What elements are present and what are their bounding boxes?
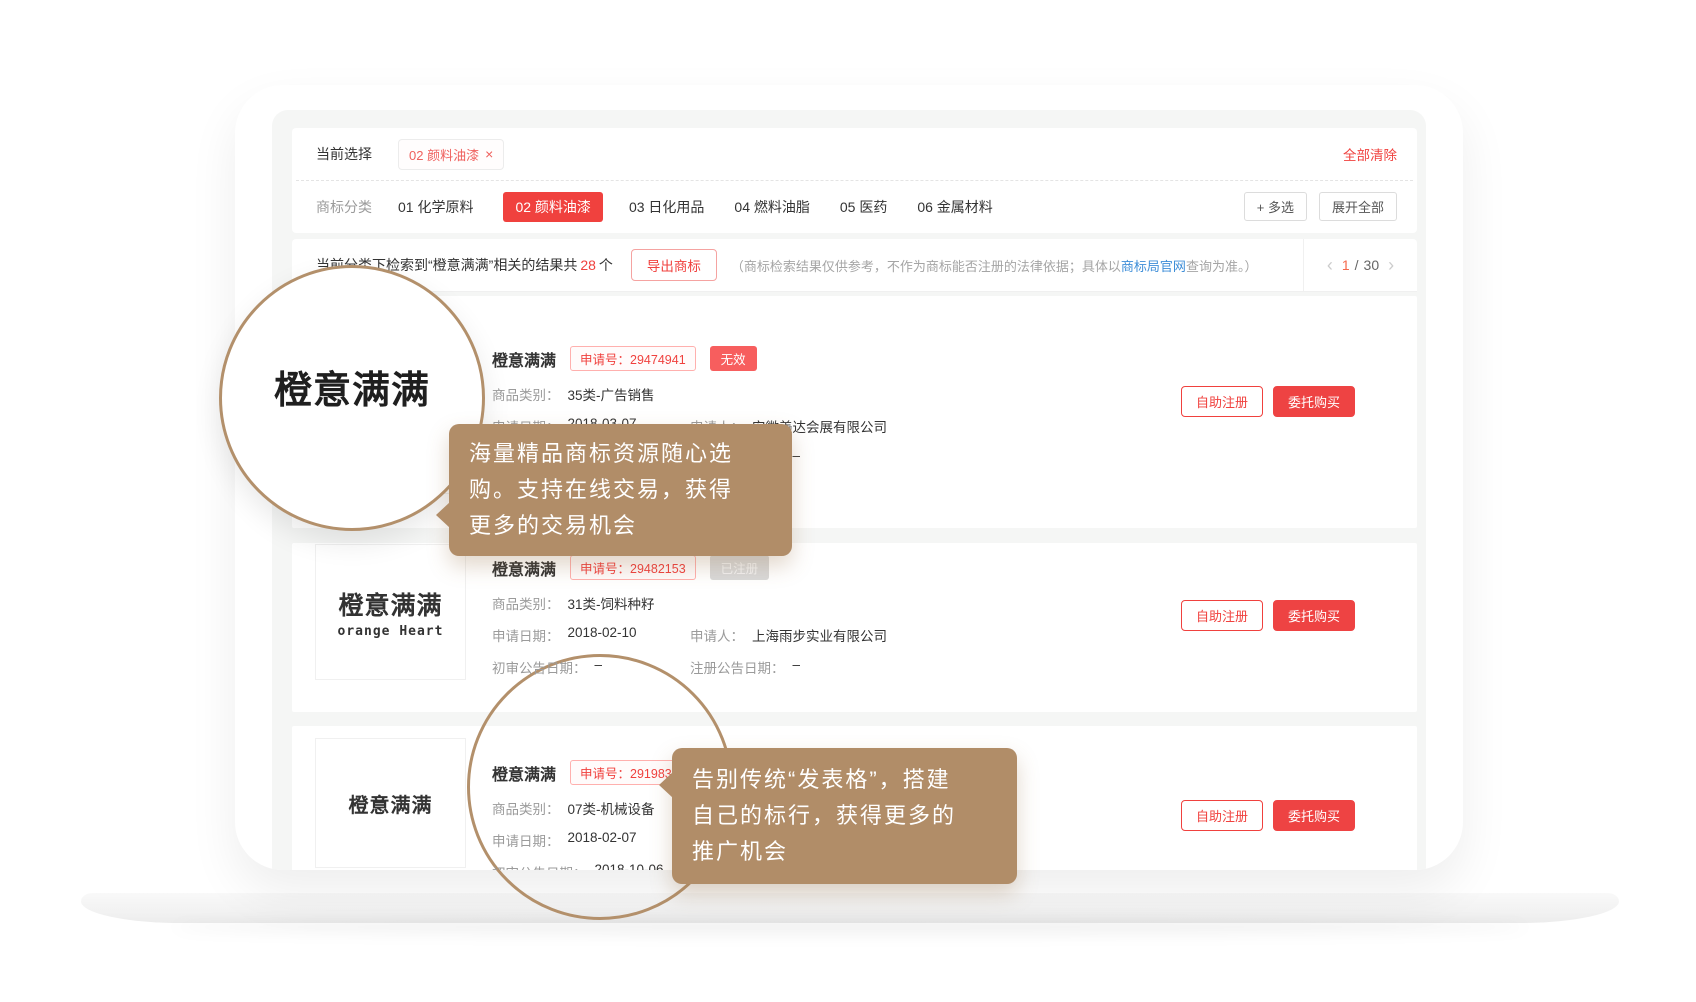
trademark-name: 橙意满满 [492,347,556,371]
status-badge: 无效 [710,346,757,371]
callout-line: 告别传统“发表格”，搭建 [692,762,997,798]
field-value: 2018-02-07 [568,830,637,850]
tag-close-icon[interactable]: × [485,147,493,161]
trademark-details: 橙意满满 申请号：29482153 已注册 商品类别： 31类-饲料种籽 申请日期… [292,543,1417,677]
category-item-01[interactable]: 01 化学原料 [398,197,473,217]
page: 当前选择 02 颜料油漆 × 全部清除 商标分类 01 化学原料 02 颜料油漆 … [0,0,1696,1002]
page-prev-icon[interactable]: ‹ [1318,255,1342,276]
field-label: 申请日期： [492,830,560,850]
field-label: 注册公告日期： [690,657,785,677]
expand-all-button[interactable]: 展开全部 [1319,192,1397,221]
magnifier-circle-top: 橙意满满 [219,265,485,531]
disclaimer-prefix: （商标检索结果仅供参考，不作为商标能否注册的法律依据；具体以 [731,259,1121,274]
category-row: 商标分类 01 化学原料 02 颜料油漆 03 日化用品 04 燃料油脂 05 … [296,180,1413,232]
title-line: 橙意满满 申请号：29482153 已注册 [492,555,1177,580]
field-value: – [793,657,801,677]
apply-date-field: 申请日期： 2018-02-10 [492,625,690,645]
magnified-trademark-text: 橙意满满 [274,359,430,414]
category-line: 商品类别： 35类-广告销售 [492,384,1177,404]
page-current: 1 [1342,257,1350,273]
title-line: 橙意满满 申请号：29474941 无效 [492,346,1177,371]
trademark-name: 橙意满满 [492,761,556,785]
export-trademarks-button[interactable]: 导出商标 [631,249,717,281]
application-number-label: 申请号： [580,767,630,781]
field-value: 35类-广告销售 [568,384,655,404]
callout-line: 自己的标行，获得更多的 [692,798,997,834]
field-label: 申请人： [690,625,744,645]
field-label: 初审公告日期： [492,862,587,870]
apply-date-field: 申请日期： 2018-02-07 [492,830,690,850]
category-item-02-selected[interactable]: 02 颜料油漆 [503,192,602,222]
category-item-05[interactable]: 05 医药 [840,197,887,217]
applicant-field: 申请人： 上海雨步实业有限公司 [690,625,887,645]
status-badge: 已注册 [710,555,770,580]
trademark-office-link[interactable]: 商标局官网 [1121,259,1186,274]
page-separator: / [1355,257,1359,273]
page-total: 30 [1364,257,1380,273]
callout-bubble-promotion: 告别传统“发表格”，搭建 自己的标行，获得更多的 推广机会 [672,748,1017,884]
callout-line: 海量精品商标资源随心选 [469,436,772,472]
results-summary: 当前分类下检索到“橙意满满”相关的结果共28个 导出商标 （商标检索结果仅供参考… [292,239,1303,291]
field-value: – [595,657,603,677]
category-line: 商品类别： 31类-饲料种籽 [492,593,1177,613]
category-list: 01 化学原料 02 颜料油漆 03 日化用品 04 燃料油脂 05 医药 06… [398,192,1023,222]
selected-category-tag-label: 02 颜料油漆 [409,145,479,164]
clear-all-link[interactable]: 全部清除 [1343,144,1397,164]
field-label: 申请日期： [492,625,560,645]
callout-line: 更多的交易机会 [469,508,772,544]
trademark-name: 橙意满满 [492,556,556,580]
product-category-field: 商品类别： 31类-饲料种籽 [492,593,655,613]
product-category-field: 商品类别： 35类-广告销售 [492,384,655,404]
application-number-value: 29474941 [630,353,686,367]
category-row-label: 商标分类 [316,197,372,217]
disclaimer-suffix: 查询为准。） [1186,259,1258,274]
reg-notice-field: 注册公告日期：– [690,657,800,677]
bubble-tail-icon [436,502,450,528]
application-number-label: 申请号： [580,353,630,367]
first-notice-field: 初审公告日期：– [492,657,690,677]
results-header: 当前分类下检索到“橙意满满”相关的结果共28个 导出商标 （商标检索结果仅供参考… [292,239,1417,292]
category-item-06[interactable]: 06 金属材料 [917,197,992,217]
result-row-2: 橙意满满 orange Heart 橙意满满 申请号：29482153 已注册 … [292,543,1417,712]
application-number-badge: 申请号：29482153 [570,555,696,580]
disclaimer-text: （商标检索结果仅供参考，不作为商标能否注册的法律依据；具体以商标局官网查询为准。… [731,256,1258,275]
laptop-base [81,893,1619,923]
category-item-04[interactable]: 04 燃料油脂 [734,197,809,217]
application-number-label: 申请号： [580,562,630,576]
apply-line: 申请日期： 2018-02-10 申请人： 上海雨步实业有限公司 [492,625,1177,645]
results-count: 28 [580,257,596,273]
notice-line: 初审公告日期：– 注册公告日期：– [492,657,1177,677]
selected-category-tag[interactable]: 02 颜料油漆 × [398,139,504,170]
callout-line: 购。支持在线交易，获得 [469,472,772,508]
bubble-tail-icon [659,772,673,798]
callout-bubble-marketplace: 海量精品商标资源随心选 购。支持在线交易，获得 更多的交易机会 [449,424,792,556]
field-value: 2018-02-10 [568,625,637,645]
category-item-03[interactable]: 03 日化用品 [629,197,704,217]
callout-line: 推广机会 [692,834,997,870]
results-count-suffix: 个 [599,257,613,273]
field-label: 初审公告日期： [492,657,587,677]
field-label: 商品类别： [492,798,560,818]
current-selection-row: 当前选择 02 颜料油漆 × 全部清除 [292,128,1417,180]
field-value: 上海雨步实业有限公司 [752,625,887,645]
application-number-value: 29482153 [630,562,686,576]
current-selection-label: 当前选择 [316,144,372,164]
field-label: 商品类别： [492,593,560,613]
filter-panel: 当前选择 02 颜料油漆 × 全部清除 商标分类 01 化学原料 02 颜料油漆 … [292,128,1417,233]
multi-select-button[interactable]: + 多选 [1244,192,1307,221]
field-value: 07类-机械设备 [568,798,655,818]
page-next-icon[interactable]: › [1379,255,1403,276]
field-value: – [793,448,801,468]
pagination: ‹ 1 / 30 › [1303,239,1417,291]
product-category-field: 商品类别： 07类-机械设备 [492,798,655,818]
field-value: 31类-饲料种籽 [568,593,655,613]
first-notice-field: 初审公告日期： 2018-10-06 [492,862,690,870]
field-label: 商品类别： [492,384,560,404]
application-number-badge: 申请号：29474941 [570,346,696,371]
field-value: 2018-10-06 [595,862,664,870]
